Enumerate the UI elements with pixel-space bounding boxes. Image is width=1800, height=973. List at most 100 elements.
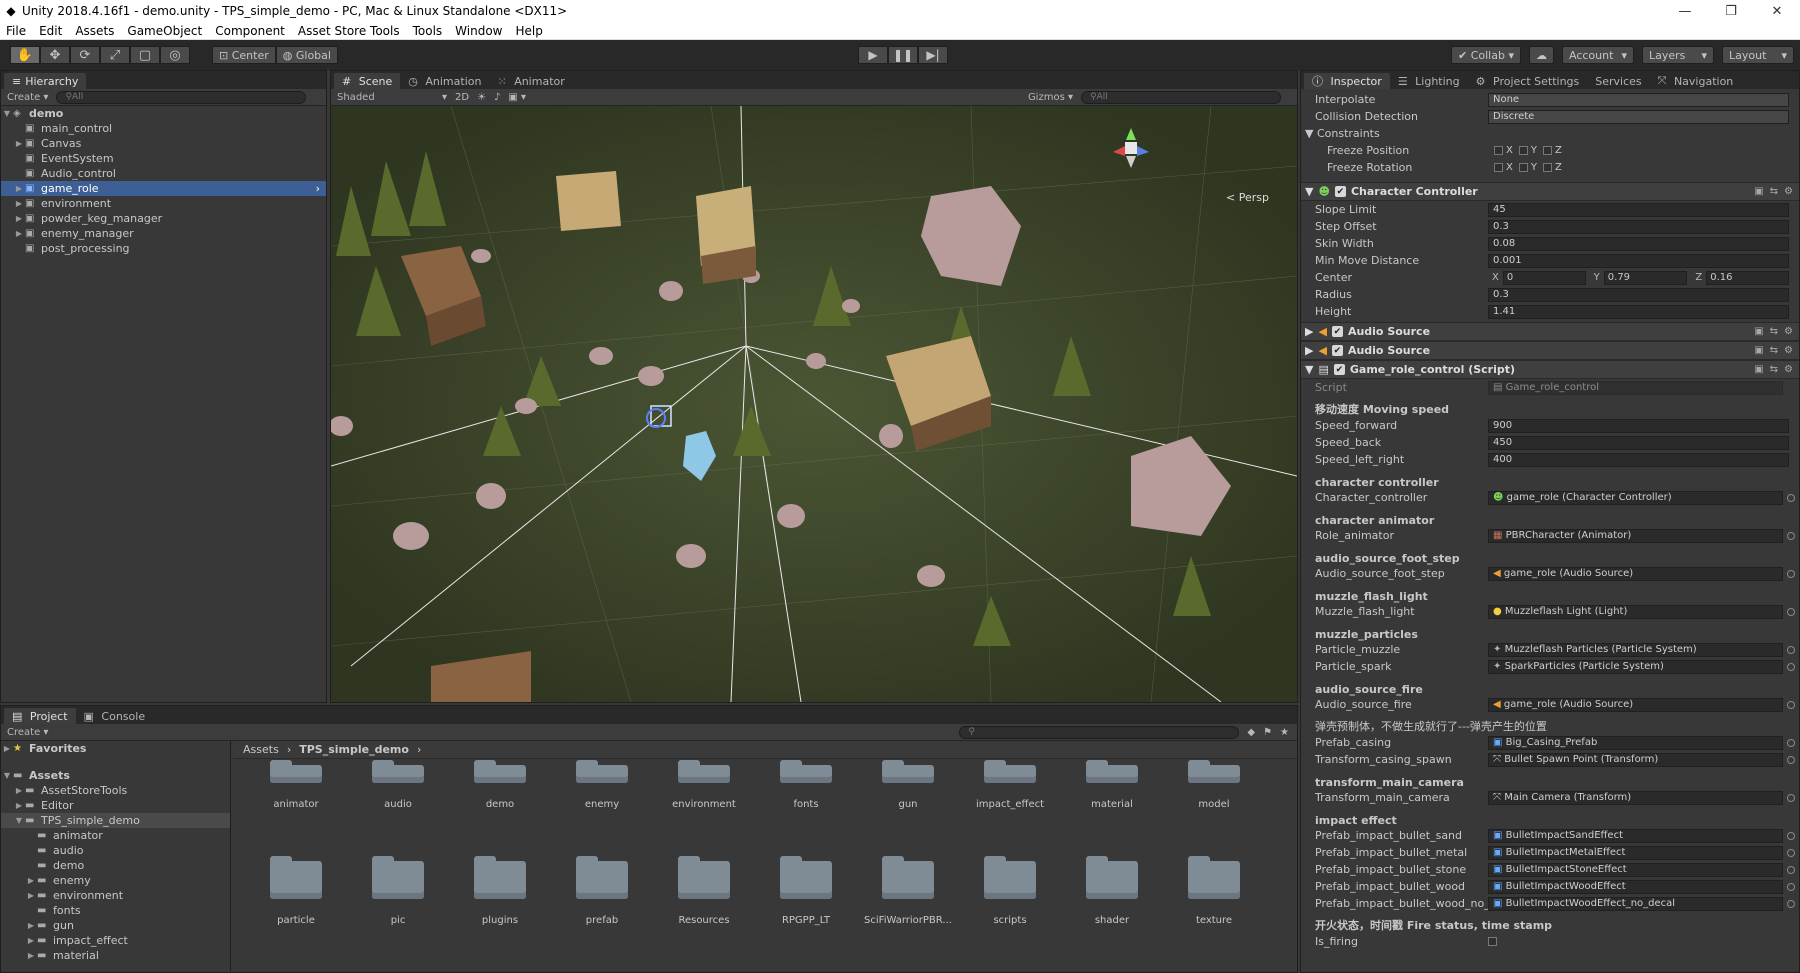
project-create-button[interactable]: Create ▾ [7,727,48,738]
menu-window[interactable]: Window [455,24,502,38]
collapse-arrow-icon[interactable]: ▶ [25,936,37,945]
casing-spawn-field[interactable]: ⤧ Bullet Spawn Point (Transform) [1488,752,1783,767]
cloud-icon[interactable]: ☁ [1529,46,1554,64]
audio-source-1-header[interactable]: ▶ ◀ ✔ Audio Source ▣ ⇆ ⚙ [1301,322,1799,341]
speed-left-right-field[interactable]: 400 [1488,452,1789,467]
preset-icon[interactable]: ⇆ [1770,326,1778,337]
scene-search-input[interactable]: ⚲ All [1081,90,1281,104]
help-book-icon[interactable]: ▣ [1754,364,1763,375]
collab-button[interactable]: ✔ Collab ▾ [1451,46,1521,64]
collapse-arrow-icon[interactable]: ▶ [1,744,13,753]
object-picker-icon[interactable] [1787,700,1795,709]
preset-icon[interactable]: ⇆ [1770,345,1778,356]
object-picker-icon[interactable] [1787,531,1795,540]
project-search-input[interactable]: ⚲ [959,725,1240,739]
tab-lighting[interactable]: ☰ Lighting [1390,73,1468,89]
preset-icon[interactable]: ⇆ [1770,186,1778,197]
step-offset-field[interactable]: 0.3 [1488,219,1789,234]
minimize-icon[interactable]: — [1662,0,1708,22]
is-firing-checkbox[interactable] [1488,937,1497,946]
tree-item-audio-control[interactable]: ▣ Audio_control [1,166,326,181]
play-icon[interactable]: ▶ [858,46,888,64]
foot-step-field[interactable]: ◀ game_role (Audio Source) [1488,566,1783,581]
folder-audio[interactable]: audio [347,749,449,817]
collapse-arrow-icon[interactable]: ▶ [1305,325,1313,338]
skin-width-field[interactable]: 0.08 [1488,236,1789,251]
folder-pic[interactable]: pic [347,833,449,933]
menu-component[interactable]: Component [215,24,285,38]
menu-help[interactable]: Help [516,24,543,38]
folder-environment[interactable]: environment [653,749,755,817]
character-controller-ref-field[interactable]: ☻ game_role (Character Controller) [1488,490,1783,505]
slope-limit-field[interactable]: 45 [1488,202,1789,217]
constraints-row[interactable]: ▼ Constraints [1301,125,1799,142]
tree-item-animator[interactable]: ▬ animator [1,828,230,843]
main-camera-field[interactable]: ⤧ Main Camera (Transform) [1488,790,1783,805]
speed-forward-field[interactable]: 900 [1488,418,1789,433]
tree-item-demo[interactable]: ▬ demo [1,858,230,873]
tree-item-enemy[interactable]: ▶ ▬ enemy [1,873,230,888]
tree-item-impact-effect[interactable]: ▶ ▬ impact_effect [1,933,230,948]
folder-prefab[interactable]: prefab [551,833,653,933]
folder-plugins[interactable]: plugins [449,833,551,933]
expand-arrow-icon[interactable]: ▼ [1,109,13,118]
object-picker-icon[interactable] [1787,738,1795,747]
tab-scene[interactable]: # Scene [334,73,401,89]
collapse-arrow-icon[interactable]: ▶ [25,921,37,930]
impact-sand-field[interactable]: ▣ BulletImpactSandEffect [1488,828,1783,843]
object-picker-icon[interactable] [1787,848,1795,857]
particle-muzzle-field[interactable]: ✦ Muzzleflash Particles (Particle System… [1488,642,1783,657]
layers-dropdown[interactable]: Layers ▾ [1642,46,1714,64]
freeze-rotation-x-checkbox[interactable] [1494,162,1503,172]
center-x-field[interactable]: 0 [1502,270,1586,285]
center-y-field[interactable]: 0.79 [1603,270,1688,285]
account-dropdown[interactable]: Account ▾ [1562,46,1634,64]
tree-item-audio[interactable]: ▬ audio [1,843,230,858]
object-picker-icon[interactable] [1787,793,1795,802]
freeze-rotation-z-checkbox[interactable] [1542,162,1552,172]
collision-detection-dropdown[interactable]: Discrete [1488,109,1789,124]
rotate-tool-icon[interactable]: ⟳ [70,46,100,64]
radius-field[interactable]: 0.3 [1488,287,1789,302]
filter-by-type-icon[interactable]: ◆ [1247,727,1255,738]
min-move-distance-field[interactable]: 0.001 [1488,253,1789,268]
favorite-star-icon[interactable]: ★ [1280,727,1289,738]
preset-icon[interactable]: ⇆ [1770,364,1778,375]
folder-animator[interactable]: animator [245,749,347,817]
muzzle-flash-field[interactable]: ● Muzzleflash Light (Light) [1488,604,1783,619]
folder-texture[interactable]: texture [1163,833,1265,933]
gizmos-dropdown[interactable]: Gizmos ▾ [1028,92,1073,103]
expand-arrow-icon[interactable]: ▼ [13,816,25,825]
scene-viewport[interactable]: < Persp [331,106,1297,702]
tree-item-post-processing[interactable]: ▣ post_processing [1,241,326,256]
assets-row[interactable]: ▼ ▬ Assets [1,768,230,783]
object-picker-icon[interactable] [1787,662,1795,671]
tab-animator[interactable]: ⁙ Animator [489,73,572,89]
object-picker-icon[interactable] [1787,899,1795,908]
transform-tool-icon[interactable]: ◎ [160,46,190,64]
game-role-control-header[interactable]: ▼ ▤ ✔ Game_role_control (Script) ▣ ⇆ ⚙ [1301,360,1799,379]
collapse-arrow-icon[interactable]: ▶ [25,876,37,885]
component-gear-icon[interactable]: ⚙ [1784,186,1793,197]
move-tool-icon[interactable]: ✥ [40,46,70,64]
speed-back-field[interactable]: 450 [1488,435,1789,450]
menu-file[interactable]: File [6,24,26,38]
impact-wood-no-decal-field[interactable]: ▣ BulletImpactWoodEffect_no_decal [1488,896,1783,911]
tree-item-game-role[interactable]: ▶ ▣ game_role › [1,181,326,196]
folder-scifiwarriorpbr[interactable]: SciFiWarriorPBR... [857,833,959,933]
component-gear-icon[interactable]: ⚙ [1784,364,1793,375]
folder-impact-effect[interactable]: impact_effect [959,749,1061,817]
tab-hierarchy[interactable]: ≡ Hierarchy [4,73,87,89]
help-book-icon[interactable]: ▣ [1754,186,1763,197]
audio-toggle-icon[interactable]: ♪ [494,92,500,103]
object-picker-icon[interactable] [1787,882,1795,891]
character-controller-enabled-checkbox[interactable]: ✔ [1334,186,1346,197]
object-picker-icon[interactable] [1787,865,1795,874]
menu-assets[interactable]: Assets [75,24,114,38]
tab-services[interactable]: Services [1587,73,1649,89]
folder-rpgpp-lt[interactable]: RPGPP_LT [755,833,857,933]
pivot-global-button[interactable]: ◍ Global [275,46,338,64]
freeze-position-y-checkbox[interactable] [1518,145,1528,155]
collapse-arrow-icon[interactable]: ▶ [1305,344,1313,357]
scene-root-row[interactable]: ▼ ◈ demo [1,106,326,121]
